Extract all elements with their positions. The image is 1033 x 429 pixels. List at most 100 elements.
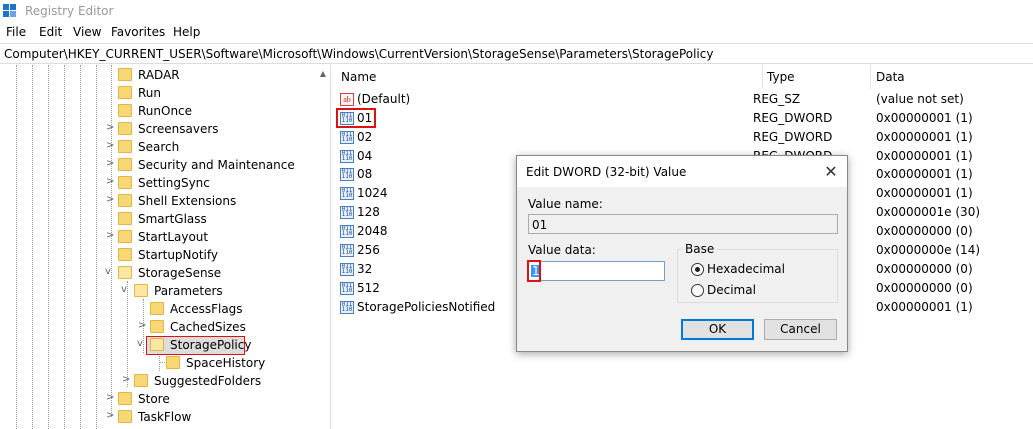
decimal-radio[interactable] <box>691 284 704 297</box>
folder-icon <box>118 248 132 261</box>
folder-icon <box>118 158 132 171</box>
tree-item-startlayout[interactable]: > StartLayout <box>0 228 330 246</box>
dialog-title: Edit DWORD (32-bit) Value <box>526 165 687 179</box>
folder-open-icon <box>150 338 164 351</box>
menu-edit[interactable]: Edit <box>39 25 62 39</box>
menu-view[interactable]: View <box>73 25 101 39</box>
tree-item-suggestedfolders[interactable]: > SuggestedFolders <box>0 372 330 390</box>
chevron-down-icon[interactable]: v <box>121 284 130 296</box>
chevron-right-icon[interactable]: > <box>106 392 115 404</box>
chevron-down-icon[interactable]: v <box>105 266 114 278</box>
tree-item-search[interactable]: > Search <box>0 138 330 156</box>
folder-icon <box>118 86 132 99</box>
menu-help[interactable]: Help <box>173 25 200 39</box>
dword-value-icon: 011 110 <box>340 187 354 200</box>
value-row-02[interactable]: 011 110 02 REG_DWORD 0x00000001 (1) <box>332 128 1033 147</box>
folder-icon <box>166 356 180 369</box>
value-data-input[interactable]: 1 <box>528 261 665 281</box>
chevron-down-icon[interactable]: v <box>137 338 146 350</box>
chevron-right-icon[interactable]: > <box>106 122 115 134</box>
tree-item-shell-extensions[interactable]: > Shell Extensions <box>0 192 330 210</box>
folder-icon <box>118 230 132 243</box>
tree-item-taskflow[interactable]: > TaskFlow <box>0 408 330 426</box>
tree-item-spacehistory[interactable]: SpaceHistory <box>0 354 330 372</box>
ok-button[interactable]: OK <box>681 319 754 340</box>
dword-value-icon: 011 110 <box>340 301 354 314</box>
close-icon[interactable]: ✕ <box>819 162 843 182</box>
decimal-label[interactable]: Decimal <box>707 283 756 297</box>
column-header-data[interactable]: Data <box>876 70 905 84</box>
folder-icon <box>118 212 132 225</box>
value-data-highlight <box>527 260 541 282</box>
tree-item-runonce[interactable]: RunOnce <box>0 102 330 120</box>
hexadecimal-radio[interactable] <box>691 263 704 276</box>
folder-icon <box>118 68 132 81</box>
folder-icon <box>150 320 164 333</box>
tree-item-settingsync[interactable]: > SettingSync <box>0 174 330 192</box>
tree-item-storagesense[interactable]: v StorageSense <box>0 264 330 282</box>
column-header-name[interactable]: Name <box>341 70 376 84</box>
value-data-label: Value data: <box>528 243 596 257</box>
list-header: Name Type Data <box>332 65 1033 89</box>
tree-item-radar[interactable]: RADAR <box>0 66 330 84</box>
folder-open-icon <box>134 284 148 297</box>
tree-item-store[interactable]: > Store <box>0 390 330 408</box>
menu-favorites[interactable]: Favorites <box>111 25 165 39</box>
title-bar: Registry Editor <box>0 0 1033 23</box>
dword-value-icon: 011 110 <box>340 131 354 144</box>
chevron-right-icon[interactable]: > <box>106 158 115 170</box>
chevron-right-icon[interactable]: > <box>106 194 115 206</box>
folder-icon <box>118 176 132 189</box>
key-tree-pane[interactable]: RADAR Run RunOnce > Screensavers > Searc… <box>0 65 331 429</box>
base-label: Base <box>682 242 718 256</box>
value-name-field: 01 <box>528 214 838 234</box>
address-bar[interactable]: Computer\HKEY_CURRENT_USER\Software\Micr… <box>0 43 1033 64</box>
tree-item-smartglass[interactable]: SmartGlass <box>0 210 330 228</box>
tree-item-accessflags[interactable]: AccessFlags <box>0 300 330 318</box>
value-01-highlight <box>336 108 376 128</box>
chevron-right-icon[interactable]: > <box>106 176 115 188</box>
value-row-default[interactable]: ab (Default) REG_SZ (value not set) <box>332 90 1033 109</box>
dword-value-icon: 011 110 <box>340 244 354 257</box>
dword-value-icon: 011 110 <box>340 225 354 238</box>
chevron-right-icon[interactable]: > <box>122 374 131 386</box>
folder-icon <box>118 410 132 423</box>
tree-item-parameters[interactable]: v Parameters <box>0 282 330 300</box>
column-header-type[interactable]: Type <box>767 70 795 84</box>
folder-icon <box>118 140 132 153</box>
value-name-label: Value name: <box>528 197 603 211</box>
dword-value-icon: 011 110 <box>340 168 354 181</box>
menu-file[interactable]: File <box>6 25 26 39</box>
dword-value-icon: 011 110 <box>340 263 354 276</box>
dword-value-icon: 011 110 <box>340 150 354 163</box>
window-title: Registry Editor <box>25 4 114 18</box>
dialog-title-bar: Edit DWORD (32-bit) Value ✕ <box>517 156 847 187</box>
hexadecimal-label[interactable]: Hexadecimal <box>707 262 785 276</box>
folder-icon <box>150 302 164 315</box>
chevron-right-icon[interactable]: > <box>106 140 115 152</box>
chevron-right-icon[interactable]: > <box>106 230 115 242</box>
edit-dword-dialog: Edit DWORD (32-bit) Value ✕ Value name: … <box>516 155 848 352</box>
folder-icon <box>134 374 148 387</box>
tree-item-storagepolicy[interactable]: v StoragePolicy <box>0 336 330 354</box>
tree-item-startupnotify[interactable]: StartupNotify <box>0 246 330 264</box>
dword-value-icon: 011 110 <box>340 206 354 219</box>
tree-item-cachedsizes[interactable]: > CachedSizes <box>0 318 330 336</box>
cancel-button[interactable]: Cancel <box>764 319 837 340</box>
folder-icon <box>118 104 132 117</box>
chevron-right-icon[interactable]: > <box>106 410 115 422</box>
tree-item-security-and-maintenance[interactable]: > Security and Maintenance <box>0 156 330 174</box>
tree-item-screensavers[interactable]: > Screensavers <box>0 120 330 138</box>
folder-icon <box>118 194 132 207</box>
tree-item-run[interactable]: Run <box>0 84 330 102</box>
registry-editor-app-icon <box>3 4 17 18</box>
scroll-up-arrow-icon[interactable]: ▲ <box>316 66 330 82</box>
address-path[interactable]: Computer\HKEY_CURRENT_USER\Software\Micr… <box>4 47 713 61</box>
folder-open-icon <box>118 266 132 279</box>
chevron-right-icon[interactable]: > <box>138 320 147 332</box>
value-row-01[interactable]: 011 110 01 REG_DWORD 0x00000001 (1) <box>332 109 1033 128</box>
folder-icon <box>118 122 132 135</box>
string-value-icon: ab <box>340 93 354 106</box>
dword-value-icon: 011 110 <box>340 282 354 295</box>
menu-bar: File Edit View Favorites Help <box>0 23 1033 43</box>
